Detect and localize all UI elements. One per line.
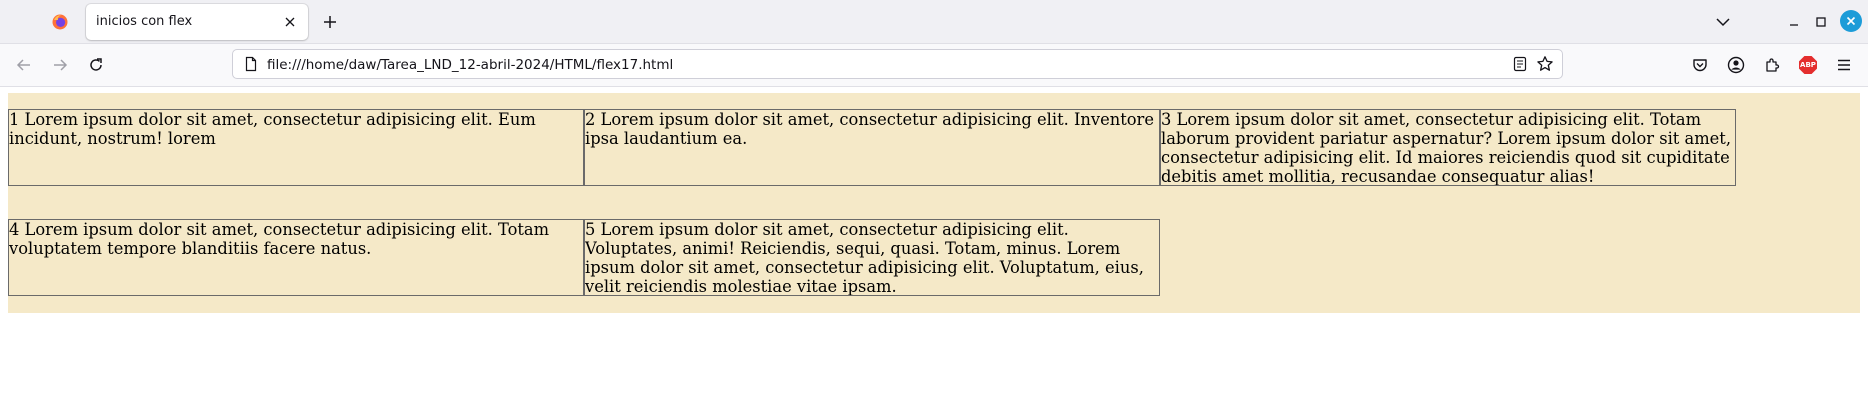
window-close-icon[interactable]: [1840, 10, 1862, 32]
page-icon: [243, 56, 259, 72]
url-text[interactable]: file:///home/daw/Tarea_LND_12-abril-2024…: [267, 57, 673, 73]
new-tab-icon[interactable]: [318, 10, 342, 34]
flex-item-1: 1 Lorem ipsum dolor sit amet, consectetu…: [8, 109, 584, 186]
flex-item-2: 2 Lorem ipsum dolor sit amet, consectetu…: [584, 109, 1160, 186]
page-content: 1 Lorem ipsum dolor sit amet, consectetu…: [0, 87, 1868, 401]
pocket-icon[interactable]: [1689, 54, 1711, 76]
account-icon[interactable]: [1725, 54, 1747, 76]
close-tab-icon[interactable]: [280, 12, 300, 32]
flex-container: 1 Lorem ipsum dolor sit amet, consectetu…: [8, 93, 1860, 313]
minimize-icon[interactable]: [1784, 12, 1804, 32]
flex-item-4: 4 Lorem ipsum dolor sit amet, consectetu…: [8, 219, 584, 296]
extensions-icon[interactable]: [1761, 54, 1783, 76]
tab-strip: inicios con flex: [0, 0, 1868, 44]
back-icon[interactable]: [12, 53, 36, 77]
flex-item-3: 3 Lorem ipsum dolor sit amet, consectetu…: [1160, 109, 1736, 186]
adblock-plus-icon[interactable]: ABP: [1797, 54, 1819, 76]
menu-icon[interactable]: [1833, 54, 1855, 76]
url-bar[interactable]: file:///home/daw/Tarea_LND_12-abril-2024…: [232, 49, 1563, 79]
navigation-bar: file:///home/daw/Tarea_LND_12-abril-2024…: [0, 44, 1868, 87]
list-all-tabs-icon[interactable]: [1713, 12, 1733, 32]
reload-icon[interactable]: [84, 53, 108, 77]
tab-title: inicios con flex: [96, 14, 193, 29]
flex-item-5: 5 Lorem ipsum dolor sit amet, consectetu…: [584, 219, 1160, 296]
firefox-icon[interactable]: [52, 14, 68, 30]
forward-icon[interactable]: [48, 53, 72, 77]
maximize-icon[interactable]: [1811, 12, 1831, 32]
reader-view-icon[interactable]: [1512, 56, 1528, 72]
bookmark-star-icon[interactable]: [1536, 55, 1554, 73]
active-tab[interactable]: inicios con flex: [86, 4, 308, 40]
